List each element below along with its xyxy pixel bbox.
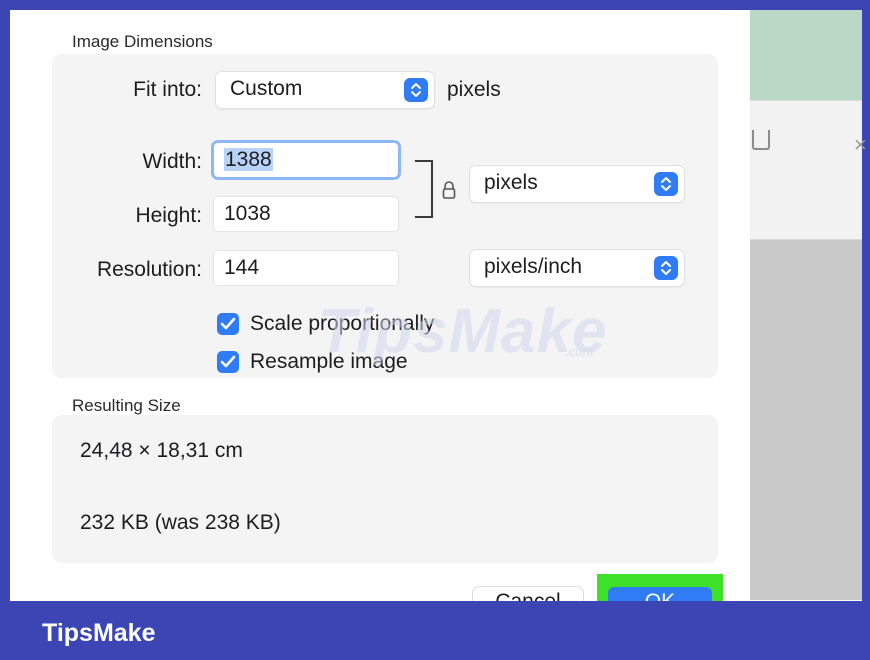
close-icon[interactable]: ×	[854, 132, 867, 158]
footer-banner: TipsMake	[0, 601, 870, 660]
frame-top-border	[0, 0, 870, 10]
background-canvas	[750, 240, 862, 600]
resolution-unit-value: pixels/inch	[484, 255, 583, 278]
resolution-input[interactable]: 144	[214, 251, 398, 285]
resulting-size-heading: Resulting Size	[72, 396, 181, 415]
footer-brand: TipsMake	[42, 619, 156, 647]
width-value: 1388	[224, 148, 273, 171]
scale-proportionally-checkbox[interactable]	[217, 313, 239, 335]
resulting-dimensions: 24,48 × 18,31 cm	[80, 439, 243, 462]
resulting-filesize: 232 KB (was 238 KB)	[80, 511, 281, 534]
fit-into-select[interactable]: Custom	[216, 72, 434, 108]
size-unit-select[interactable]: pixels	[470, 166, 684, 202]
background-toolbar	[750, 100, 862, 240]
chevron-updown-icon	[654, 172, 678, 196]
image-dimensions-heading: Image Dimensions	[72, 32, 213, 51]
resolution-label: Resolution:	[96, 258, 202, 281]
watermark-suffix: .com	[565, 344, 594, 359]
fit-into-label: Fit into:	[133, 78, 202, 101]
height-value: 1038	[224, 202, 271, 225]
frame-left-border	[0, 0, 10, 660]
width-label: Width:	[142, 150, 202, 173]
fit-into-unit: pixels	[447, 78, 501, 101]
width-input[interactable]: 1388	[214, 143, 398, 177]
chevron-updown-icon	[654, 256, 678, 280]
watermark-logo: TipsMake	[318, 297, 608, 366]
height-label: Height:	[135, 204, 202, 227]
share-icon[interactable]	[752, 130, 770, 150]
frame-right-border	[862, 0, 870, 660]
resample-image-checkbox[interactable]	[217, 351, 239, 373]
chevron-updown-icon	[404, 78, 428, 102]
lock-icon[interactable]	[442, 180, 456, 205]
background-window: ×	[750, 10, 867, 600]
size-unit-value: pixels	[484, 171, 538, 194]
resulting-size-panel: 24,48 × 18,31 cm 232 KB (was 238 KB)	[52, 415, 718, 563]
link-bracket	[415, 160, 433, 218]
resolution-unit-select[interactable]: pixels/inch	[470, 250, 684, 286]
fit-into-value: Custom	[230, 77, 303, 100]
resolution-value: 144	[224, 256, 260, 279]
height-input[interactable]: 1038	[214, 197, 398, 231]
image-size-dialog: Image Dimensions Fit into: Custom pixels…	[10, 10, 750, 600]
